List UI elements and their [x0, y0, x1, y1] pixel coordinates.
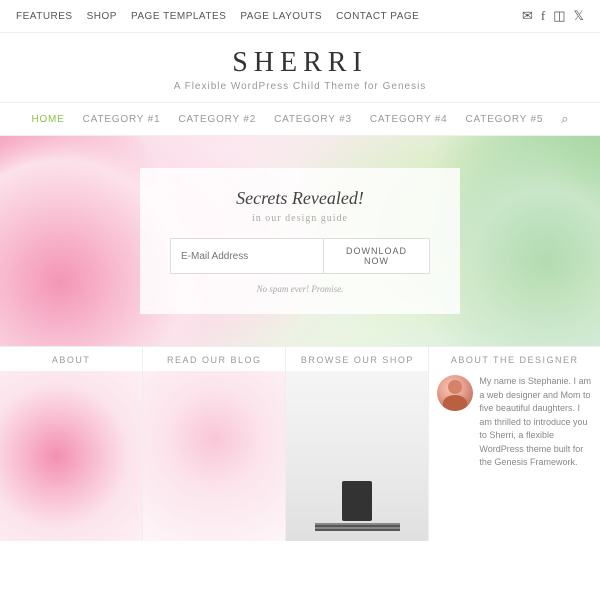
email-input[interactable] [171, 239, 323, 273]
instagram-icon[interactable]: ◫ [553, 8, 565, 24]
shop-image [286, 371, 428, 541]
nav-home[interactable]: HOME [31, 114, 64, 125]
facebook-icon[interactable]: f [541, 8, 545, 24]
nav-page-layouts[interactable]: PAGE LAYOUTS [240, 11, 322, 22]
hero-title: Secrets Revealed! [170, 188, 430, 209]
flowers-pink-image [0, 371, 142, 541]
blog-label: READ OUR BLOG [143, 347, 285, 371]
about-card: ABOUT [0, 347, 143, 541]
desk-image [286, 371, 428, 541]
designer-content: My name is Stephanie. I am a web designe… [429, 371, 600, 541]
nav-category-3[interactable]: CATEGORY #3 [274, 114, 352, 125]
hero-section: Secrets Revealed! in our design guide DO… [0, 136, 600, 346]
top-navigation: FEATURES SHOP PAGE TEMPLATES PAGE LAYOUT… [0, 0, 600, 33]
nav-category-4[interactable]: CATEGORY #4 [370, 114, 448, 125]
search-icon[interactable]: ⌕ [561, 111, 568, 127]
no-spam-note: No spam ever! Promise. [170, 284, 430, 294]
about-label: ABOUT [0, 347, 142, 371]
designer-bio: My name is Stephanie. I am a web designe… [479, 375, 592, 537]
nav-page-templates[interactable]: PAGE TEMPLATES [131, 11, 226, 22]
twitter-icon[interactable]: 𝕏 [574, 8, 584, 24]
social-icons: ✉ f ◫ 𝕏 [522, 8, 584, 24]
download-button[interactable]: DOWNLOAD NOW [323, 239, 429, 273]
nav-category-2[interactable]: CATEGORY #2 [178, 114, 256, 125]
nav-contact-page[interactable]: CONTACT PAGE [336, 11, 419, 22]
main-navigation: HOME CATEGORY #1 CATEGORY #2 CATEGORY #3… [0, 102, 600, 136]
top-nav-links: FEATURES SHOP PAGE TEMPLATES PAGE LAYOUT… [16, 11, 419, 22]
hero-subtitle: in our design guide [170, 213, 430, 224]
email-icon[interactable]: ✉ [522, 8, 533, 24]
nav-shop[interactable]: SHOP [87, 11, 117, 22]
shop-card: BROWSE OUR SHOP [286, 347, 429, 541]
nav-category-5[interactable]: CATEGORY #5 [466, 114, 544, 125]
site-title: SHERRI [0, 47, 600, 79]
designer-label: ABOUT THE DESIGNER [429, 347, 600, 371]
bottom-section: ABOUT READ OUR BLOG BROWSE OUR SHOP ABOU… [0, 346, 600, 541]
hero-content-box: Secrets Revealed! in our design guide DO… [140, 168, 460, 314]
blog-card: READ OUR BLOG [143, 347, 286, 541]
email-signup-form: DOWNLOAD NOW [170, 238, 430, 274]
about-image [0, 371, 142, 541]
flowers-light-image [143, 371, 285, 541]
nav-features[interactable]: FEATURES [16, 11, 73, 22]
shop-label: BROWSE OUR SHOP [286, 347, 428, 371]
blog-image [143, 371, 285, 541]
nav-category-1[interactable]: CATEGORY #1 [83, 114, 161, 125]
site-header: SHERRI A Flexible WordPress Child Theme … [0, 33, 600, 102]
designer-card: ABOUT THE DESIGNER My name is Stephanie.… [429, 347, 600, 541]
designer-avatar [437, 375, 473, 411]
site-tagline: A Flexible WordPress Child Theme for Gen… [0, 81, 600, 92]
